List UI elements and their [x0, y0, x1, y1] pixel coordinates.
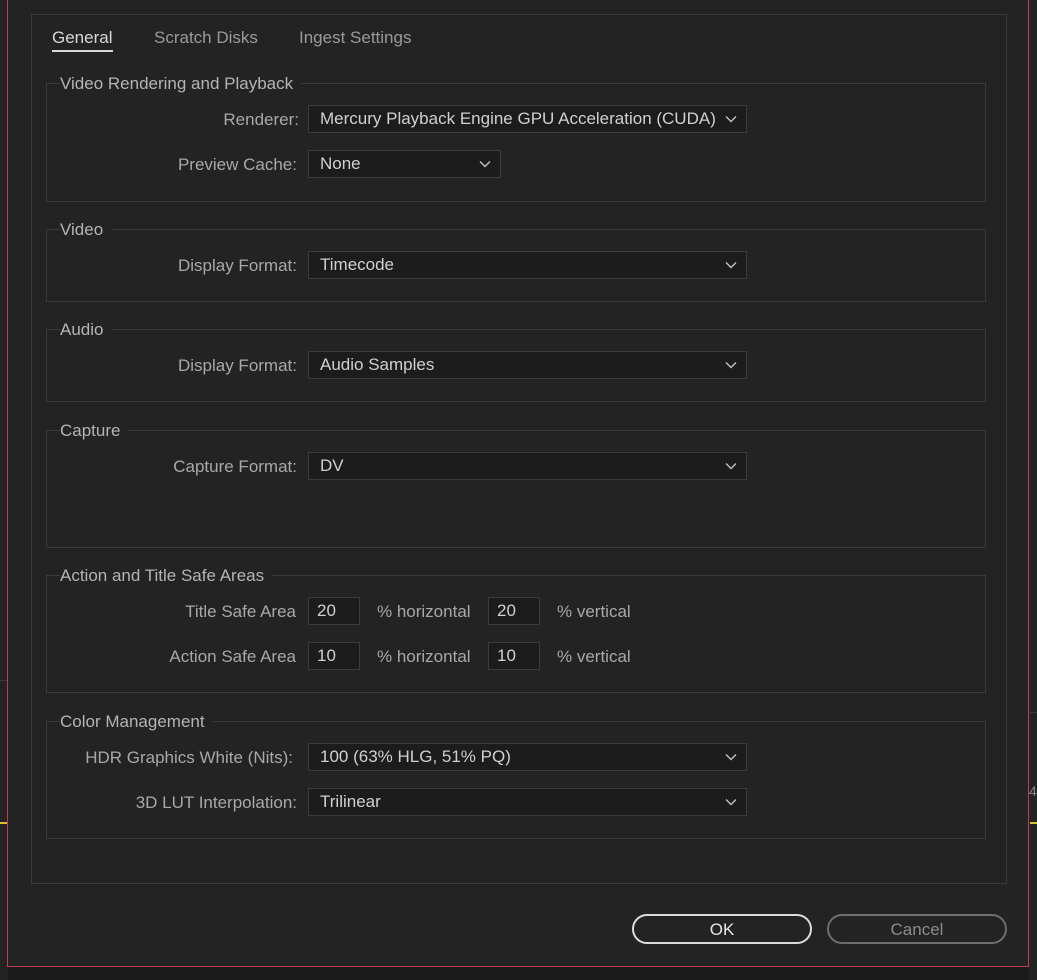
chevron-down-icon — [725, 115, 737, 123]
hdr-graphics-white-value: 100 (63% HLG, 51% PQ) — [320, 747, 511, 766]
action-safe-vertical-unit: % vertical — [557, 647, 631, 666]
chevron-down-icon — [725, 798, 737, 806]
background-app-right — [1029, 0, 1037, 980]
capture-format-label: Capture Format: — [173, 457, 297, 476]
background-divider — [0, 680, 7, 681]
title-safe-label: Title Safe Area — [185, 602, 296, 621]
capture-format-value: DV — [320, 456, 344, 475]
hdr-graphics-white-dropdown[interactable]: 100 (63% HLG, 51% PQ) — [308, 743, 747, 771]
action-safe-label: Action Safe Area — [169, 647, 296, 666]
color-management-group — [46, 721, 986, 839]
timeline-playhead-marker — [0, 822, 7, 824]
title-safe-vertical-unit: % vertical — [557, 602, 631, 621]
audio-display-format-value: Audio Samples — [320, 355, 435, 374]
lut-interpolation-dropdown[interactable]: Trilinear — [308, 788, 747, 816]
chevron-down-icon — [479, 160, 491, 168]
background-timeline-digit: 4 — [1029, 783, 1037, 799]
video-display-format-value: Timecode — [320, 255, 395, 274]
video-rendering-group — [46, 83, 986, 202]
audio-title: Audio — [60, 320, 112, 340]
renderer-value: Mercury Playback Engine GPU Acceleration… — [320, 109, 716, 128]
tab-general[interactable]: General — [52, 28, 112, 48]
preferences-dialog: General Scratch Disks Ingest Settings Vi… — [7, 0, 1029, 967]
video-title: Video — [60, 220, 112, 240]
audio-display-format-label: Display Format: — [177, 356, 297, 375]
cancel-button[interactable]: Cancel — [827, 914, 1007, 944]
lut-interpolation-value: Trilinear — [320, 792, 381, 811]
preview-cache-dropdown[interactable]: None — [308, 150, 501, 178]
timeline-playhead-marker — [1030, 822, 1037, 824]
color-management-title: Color Management — [60, 712, 213, 732]
tab-scratch-disks[interactable]: Scratch Disks — [154, 28, 258, 48]
preview-cache-label: Preview Cache: — [177, 155, 297, 174]
background-divider — [1030, 712, 1037, 713]
chevron-down-icon — [725, 261, 737, 269]
safe-areas-group — [46, 575, 986, 693]
title-safe-horizontal-unit: % horizontal — [377, 602, 471, 621]
action-safe-horizontal-unit: % horizontal — [377, 647, 471, 666]
ok-button[interactable]: OK — [632, 914, 812, 944]
preview-cache-value: None — [320, 154, 361, 173]
chevron-down-icon — [725, 361, 737, 369]
chevron-down-icon — [725, 753, 737, 761]
lut-interpolation-label: 3D LUT Interpolation: — [135, 793, 297, 812]
audio-display-format-dropdown[interactable]: Audio Samples — [308, 351, 747, 379]
action-safe-vertical-input[interactable]: 10 — [488, 642, 540, 670]
title-safe-horizontal-input[interactable]: 20 — [308, 597, 360, 625]
video-display-format-dropdown[interactable]: Timecode — [308, 251, 747, 279]
active-tab-indicator — [52, 50, 113, 52]
capture-group — [46, 430, 986, 548]
chevron-down-icon — [725, 462, 737, 470]
action-safe-horizontal-input[interactable]: 10 — [308, 642, 360, 670]
video-rendering-title: Video Rendering and Playback — [60, 74, 302, 94]
video-display-format-label: Display Format: — [177, 256, 297, 275]
safe-areas-title: Action and Title Safe Areas — [60, 566, 273, 586]
title-safe-vertical-input[interactable]: 20 — [488, 597, 540, 625]
tab-ingest-settings[interactable]: Ingest Settings — [299, 28, 411, 48]
capture-title: Capture — [60, 421, 129, 441]
renderer-label: Renderer: — [223, 110, 299, 129]
hdr-graphics-white-label: HDR Graphics White (Nits): — [85, 748, 293, 767]
renderer-dropdown[interactable]: Mercury Playback Engine GPU Acceleration… — [308, 105, 747, 133]
capture-format-dropdown[interactable]: DV — [308, 452, 747, 480]
